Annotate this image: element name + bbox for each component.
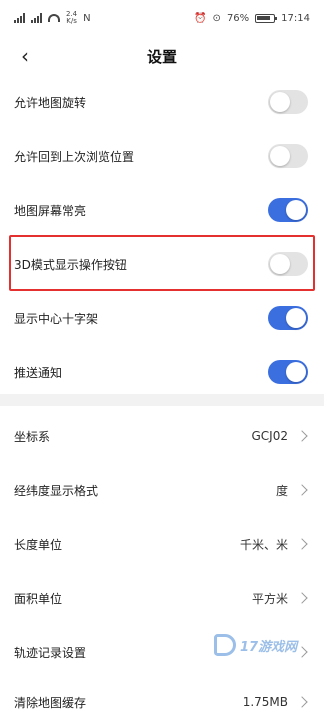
setting-row-clear-cache[interactable]: 清除地图缓存 1.75MB xyxy=(0,684,324,720)
setting-label: 允许回到上次浏览位置 xyxy=(14,149,135,164)
setting-value: 度 xyxy=(275,483,288,498)
setting-label: 推送通知 xyxy=(14,365,63,380)
status-right: ⏰ ⊙ 76% 17:14 xyxy=(194,13,310,24)
setting-label: 坐标系 xyxy=(14,429,51,444)
watermark-text: 17游戏网 xyxy=(240,639,298,655)
setting-label: 经纬度显示格式 xyxy=(14,483,99,498)
chevron-right-icon xyxy=(296,484,308,496)
watermark-logo-icon xyxy=(214,634,236,656)
setting-label: 显示中心十字架 xyxy=(14,311,99,326)
net-speed-unit: K/s xyxy=(66,17,77,25)
location-icon: ⊙ xyxy=(212,12,221,24)
page-title: 设置 xyxy=(146,47,177,66)
setting-value: 平方米 xyxy=(251,591,288,606)
setting-value: 千米、米 xyxy=(239,537,288,552)
chevron-right-icon xyxy=(296,538,308,550)
setting-row-push-notification[interactable]: 推送通知 xyxy=(0,350,324,394)
setting-label: 面积单位 xyxy=(14,591,63,606)
setting-label: 轨迹记录设置 xyxy=(14,645,87,660)
setting-value: GCJ02 xyxy=(251,429,289,443)
setting-value: 1.75MB xyxy=(242,695,288,709)
header: ‹ 设置 xyxy=(0,36,324,76)
chevron-right-icon xyxy=(296,430,308,442)
clock: 17:14 xyxy=(281,12,310,24)
alarm-icon: ⏰ xyxy=(194,12,207,24)
setting-value-wrap: 千米、米 xyxy=(240,536,308,553)
highlight-box xyxy=(9,235,315,291)
setting-row-length-unit[interactable]: 长度单位 千米、米 xyxy=(0,522,324,566)
setting-value-wrap: GCJ02 xyxy=(252,429,309,443)
push-notification-toggle[interactable] xyxy=(268,360,308,384)
chevron-right-icon xyxy=(296,696,308,708)
setting-label: 清除地图缓存 xyxy=(14,695,87,710)
setting-row-latlng-format[interactable]: 经纬度显示格式 度 xyxy=(0,468,324,512)
restore-position-toggle[interactable] xyxy=(268,144,308,168)
setting-label: 地图屏幕常亮 xyxy=(14,203,87,218)
setting-row-map-rotation[interactable]: 允许地图旋转 xyxy=(0,80,324,124)
battery-icon xyxy=(255,13,278,23)
chevron-right-icon xyxy=(296,592,308,604)
toggle-knob xyxy=(286,200,306,220)
status-left: 2.4 K/s N xyxy=(14,11,91,25)
back-button[interactable]: ‹ xyxy=(10,36,40,76)
setting-value-wrap: 度 xyxy=(276,482,308,499)
toggle-knob xyxy=(270,146,290,166)
nfc-icon: N xyxy=(83,12,91,24)
section-divider xyxy=(0,394,324,406)
setting-value-wrap: 平方米 xyxy=(252,590,308,607)
watermark: 17游戏网 xyxy=(214,634,297,656)
net-speed: 2.4 K/s xyxy=(66,11,77,25)
wifi-icon xyxy=(48,14,60,22)
toggle-knob xyxy=(286,362,306,382)
setting-row-restore-position[interactable]: 允许回到上次浏览位置 xyxy=(0,134,324,178)
toggle-knob xyxy=(286,308,306,328)
signal-icon-2 xyxy=(31,13,42,23)
chevron-left-icon: ‹ xyxy=(21,44,29,68)
setting-row-center-crosshair[interactable]: 显示中心十字架 xyxy=(0,296,324,340)
toggle-knob xyxy=(270,92,290,112)
chevron-right-icon xyxy=(296,646,308,658)
screen-always-on-toggle[interactable] xyxy=(268,198,308,222)
map-rotation-toggle[interactable] xyxy=(268,90,308,114)
signal-icon xyxy=(14,13,25,23)
setting-label: 长度单位 xyxy=(14,537,63,552)
status-bar: 2.4 K/s N ⏰ ⊙ 76% 17:14 xyxy=(0,0,324,36)
setting-row-screen-always-on[interactable]: 地图屏幕常亮 xyxy=(0,188,324,232)
setting-value-wrap: 1.75MB xyxy=(243,695,308,709)
setting-row-coordinate-system[interactable]: 坐标系 GCJ02 xyxy=(0,414,324,458)
battery-percent: 76% xyxy=(226,12,250,24)
setting-label: 允许地图旋转 xyxy=(14,95,87,110)
center-crosshair-toggle[interactable] xyxy=(268,306,308,330)
setting-row-area-unit[interactable]: 面积单位 平方米 xyxy=(0,576,324,620)
